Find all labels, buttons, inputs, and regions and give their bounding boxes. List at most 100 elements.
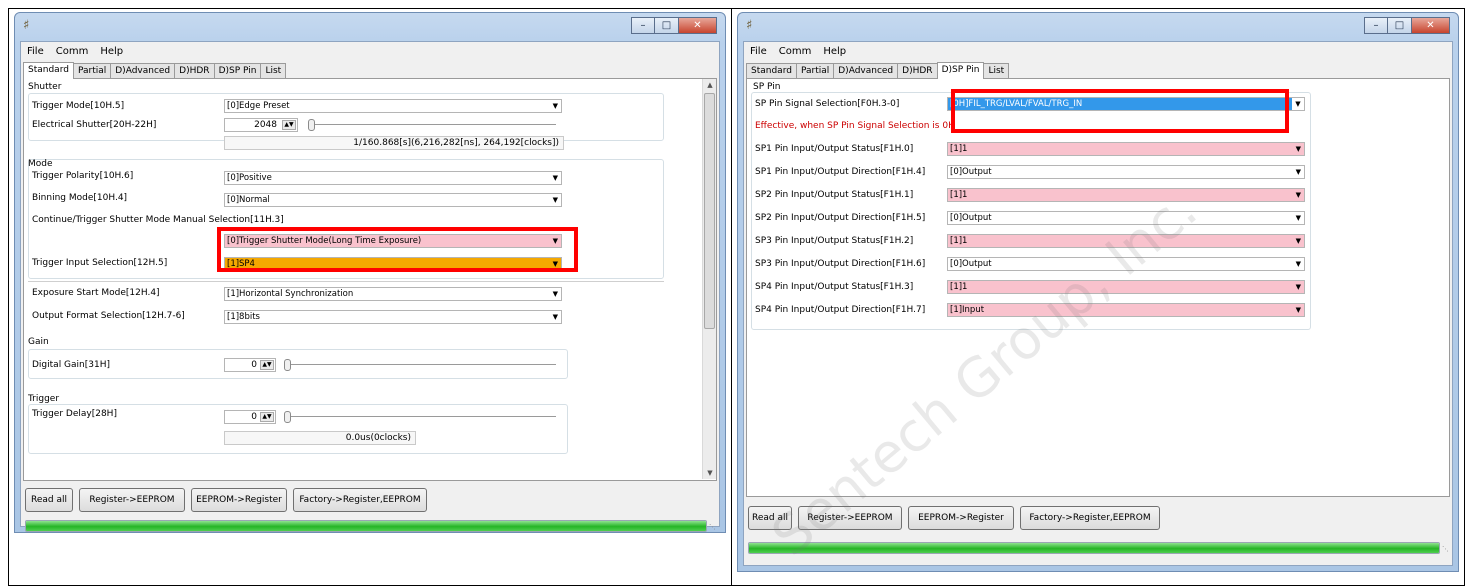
tab-standard[interactable]: Standard [23,62,74,79]
sp1-status-label: SP1 Pin Input/Output Status[F1H.0] [755,144,914,154]
title-bar: ♯ – □ ✕ [738,13,1458,41]
menu-comm[interactable]: Comm [779,46,812,57]
digital-gain-slider[interactable] [282,358,556,372]
tab-strip: Standard Partial D)Advanced D)HDR D)SP P… [23,62,717,79]
tab-hdr[interactable]: D)HDR [897,63,938,78]
progress-fill [749,543,1439,553]
menu-file[interactable]: File [27,46,44,57]
sp2-status-label: SP2 Pin Input/Output Status[F1H.1] [755,190,914,200]
close-icon[interactable]: ✕ [1412,17,1450,34]
eeprom-to-register-button[interactable]: EEPROM->Register [191,488,287,512]
trigger-mode-select[interactable]: [0]Edge Preset ▼ [224,99,562,113]
highlight-box [217,227,578,272]
digital-gain-spinner[interactable]: 0 ▲▼ [224,358,276,372]
tab-list[interactable]: List [260,63,287,78]
app-icon: ♯ [23,18,30,33]
factory-to-register-eeprom-button[interactable]: Factory->Register,EEPROM [1020,506,1160,530]
scroll-down-icon[interactable]: ▼ [703,467,717,479]
electrical-shutter-spinner[interactable]: 2048 ▲▼ [224,118,298,132]
trigger-polarity-select[interactable]: [0]Positive ▼ [224,171,562,185]
slider-thumb[interactable] [308,119,315,131]
trigger-delay-value: 0 [251,412,257,422]
resize-grip-icon[interactable]: ⋱ [1442,545,1450,553]
sp2-direction-label: SP2 Pin Input/Output Direction[F1H.5] [755,213,926,223]
tab-sp-pin[interactable]: D)SP Pin [936,62,985,79]
trigger-polarity-label: Trigger Polarity[10H.6] [32,171,134,181]
minimize-icon[interactable]: – [631,17,655,34]
trigger-polarity-value: [0]Positive [227,173,272,183]
menu-help[interactable]: Help [823,46,846,57]
standard-panel: Shutter Trigger Mode[10H.5] [0]Edge Pres… [23,79,717,481]
sp2-status-select[interactable]: [1]1 ▼ [947,188,1305,202]
menu-bar: File Comm Help [744,42,1452,60]
trigger-input-label: Trigger Input Selection[12H.5] [32,258,168,268]
tab-hdr[interactable]: D)HDR [174,63,215,78]
factory-to-register-eeprom-button[interactable]: Factory->Register,EEPROM [293,488,427,512]
electrical-shutter-readout: 1/160.868[s](6,216,282[ns], 264,192[cloc… [224,136,564,150]
tab-standard[interactable]: Standard [746,63,797,78]
minimize-icon[interactable]: – [1364,17,1388,34]
button-bar: Read all Register->EEPROM EEPROM->Regist… [23,484,717,514]
exposure-start-select[interactable]: [1]Horizontal Synchronization ▼ [224,287,562,301]
scrollbar-thumb[interactable] [704,93,715,329]
read-all-button[interactable]: Read all [25,488,73,512]
chevron-down-icon: ▼ [1292,98,1304,110]
vertical-scrollbar[interactable]: ▲ ▼ [702,79,716,479]
slider-track [290,416,556,417]
tab-advanced[interactable]: D)Advanced [833,63,899,78]
tab-strip: Standard Partial D)Advanced D)HDR D)SP P… [746,62,1450,79]
sp4-direction-select[interactable]: [1]Input ▼ [947,303,1305,317]
trigger-delay-spinner[interactable]: 0 ▲▼ [224,410,276,424]
trigger-mode-label: Trigger Mode[10H.5] [32,101,125,111]
electrical-shutter-slider[interactable] [306,118,556,132]
trigger-delay-label: Trigger Delay[28H] [32,409,117,419]
tab-partial[interactable]: Partial [72,63,112,78]
group-title-mode: Mode [28,159,53,169]
sp-signal-note: Effective, when SP Pin Signal Selection … [755,121,955,131]
progress-bar [25,520,707,532]
output-format-value: [1]8bits [227,312,260,322]
slider-thumb[interactable] [284,359,291,371]
sp4-status-value: [1]1 [950,282,968,292]
tab-advanced[interactable]: D)Advanced [110,63,176,78]
tab-sp-pin[interactable]: D)SP Pin [213,63,262,78]
close-icon[interactable]: ✕ [679,17,717,34]
slider-track [290,364,556,365]
menu-bar: File Comm Help [21,42,719,60]
continue-trigger-label: Continue/Trigger Shutter Mode Manual Sel… [32,215,284,225]
trigger-mode-value: [0]Edge Preset [227,101,290,111]
chevron-down-icon: ▼ [552,196,558,204]
trigger-delay-slider[interactable] [282,410,556,424]
group-title-trigger: Trigger [28,394,60,404]
slider-thumb[interactable] [284,411,291,423]
binning-mode-select[interactable]: [0]Normal ▼ [224,193,562,207]
scroll-up-icon[interactable]: ▲ [703,79,717,91]
eeprom-to-register-button[interactable]: EEPROM->Register [908,506,1014,530]
chevron-down-icon: ▼ [552,290,558,298]
tab-partial[interactable]: Partial [795,63,835,78]
sp1-status-value: [1]1 [950,144,968,154]
chevron-down-icon: ▼ [1295,145,1301,153]
resize-grip-icon[interactable]: ⋱ [709,523,717,531]
progress-bar [748,542,1440,554]
chevron-down-icon: ▼ [1295,260,1301,268]
maximize-icon[interactable]: □ [655,17,679,34]
spin-updown-icon[interactable]: ▲▼ [260,412,274,422]
window-client: File Comm Help Standard Partial D)Advanc… [20,41,720,532]
spin-updown-icon[interactable]: ▲▼ [282,120,296,130]
spin-updown-icon[interactable]: ▲▼ [260,360,274,370]
chevron-down-icon: ▼ [1295,191,1301,199]
sp1-direction-label: SP1 Pin Input/Output Direction[F1H.4] [755,167,926,177]
menu-comm[interactable]: Comm [56,46,89,57]
group-title-gain: Gain [28,337,49,347]
maximize-icon[interactable]: □ [1388,17,1412,34]
output-format-select[interactable]: [1]8bits ▼ [224,310,562,324]
menu-help[interactable]: Help [100,46,123,57]
exposure-start-value: [1]Horizontal Synchronization [227,289,354,299]
register-to-eeprom-button[interactable]: Register->EEPROM [79,488,185,512]
sp1-status-select[interactable]: [1]1 ▼ [947,142,1305,156]
menu-file[interactable]: File [750,46,767,57]
group-title-shutter: Shutter [28,82,62,92]
sp1-direction-select[interactable]: [0]Output ▼ [947,165,1305,179]
tab-list[interactable]: List [983,63,1010,78]
